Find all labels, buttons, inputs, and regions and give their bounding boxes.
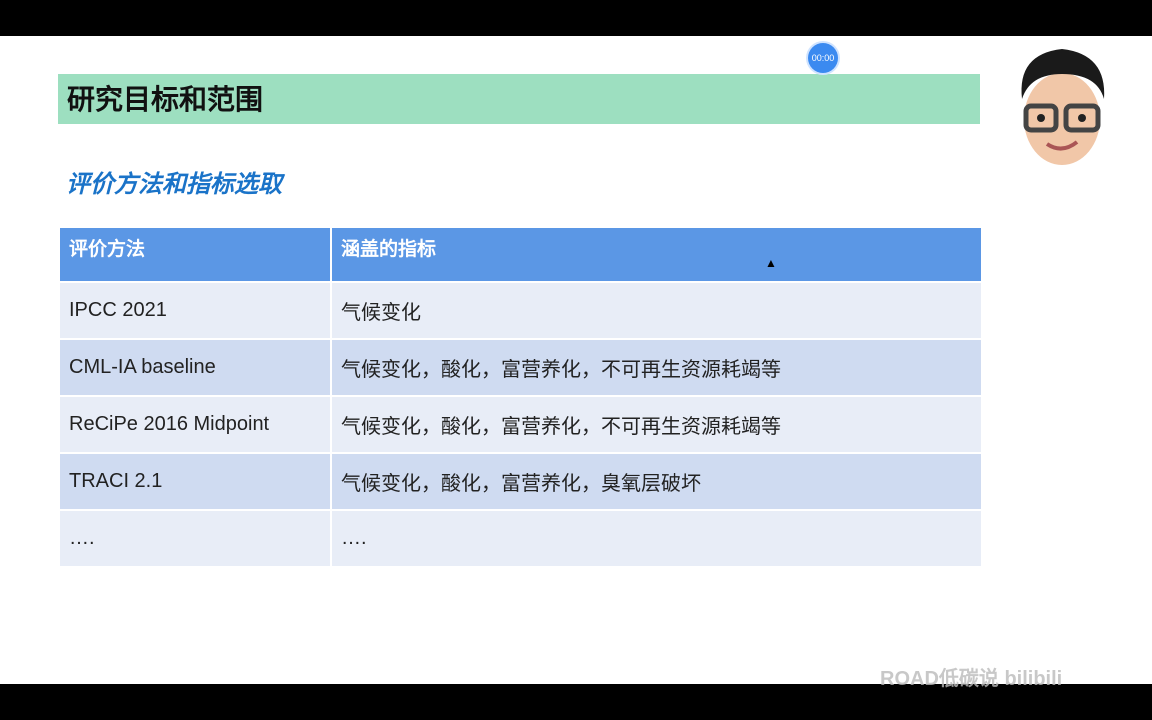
table-row: ….….	[58, 509, 983, 568]
slide-title: 研究目标和范围	[58, 74, 980, 124]
table-row: TRACI 2.1 气候变化，酸化，富营养化，臭氧层破坏	[58, 452, 983, 511]
indicators-cell: ….	[330, 509, 983, 568]
method-cell: CML-IA baseline	[58, 338, 332, 397]
method-cell: TRACI 2.1	[58, 452, 332, 511]
memoji-avatar-icon	[1021, 49, 1105, 165]
table-row: IPCC 2021 气候变化	[58, 281, 983, 340]
recording-timer[interactable]: 00:00	[808, 43, 838, 73]
indicators-cell: 气候变化，酸化，富营养化，不可再生资源耗竭等	[330, 395, 983, 454]
method-cell: IPCC 2021	[58, 281, 332, 340]
indicators-cell: 气候变化	[330, 281, 983, 340]
mouse-cursor-icon: ▲	[765, 256, 777, 270]
column-header-indicators: 涵盖的指标	[330, 226, 983, 283]
slide-subtitle: 评价方法和指标选取	[66, 171, 282, 198]
method-cell: ….	[58, 509, 332, 568]
table-row: CML-IA baseline 气候变化，酸化，富营养化，不可再生资源耗竭等	[58, 338, 983, 397]
indicators-cell: 气候变化，酸化，富营养化，臭氧层破坏	[330, 452, 983, 511]
method-cell: ReCiPe 2016 Midpoint	[58, 395, 332, 454]
column-header-method: 评价方法	[58, 226, 332, 283]
table-header-row: 评价方法 涵盖的指标	[58, 226, 983, 283]
watermark: ROAD低碳说 bilibili	[880, 668, 1063, 690]
methods-table: 评价方法 涵盖的指标 IPCC 2021 气候变化 CML-IA baseline…	[58, 226, 983, 568]
indicators-cell: 气候变化，酸化，富营养化，不可再生资源耗竭等	[330, 338, 983, 397]
top-letterbox	[0, 0, 1152, 36]
table-row: ReCiPe 2016 Midpoint 气候变化，酸化，富营养化，不可再生资源耗…	[58, 395, 983, 454]
